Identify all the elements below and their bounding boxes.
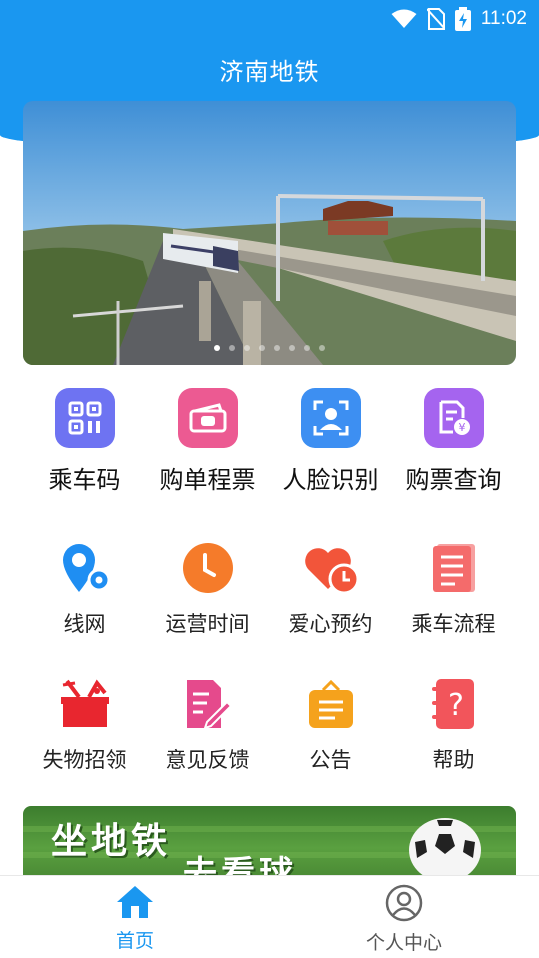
heart-clock-icon — [301, 538, 361, 598]
tile-help[interactable]: ? 帮助 — [392, 674, 515, 774]
banner-carousel[interactable] — [23, 101, 516, 365]
soccer-ball-icon — [409, 818, 481, 876]
carousel-dot[interactable] — [274, 345, 280, 351]
carousel-dots — [23, 345, 516, 351]
tile-announcement[interactable]: 公告 — [269, 674, 392, 774]
promo-banner[interactable]: 坐地铁 去看球 — [23, 806, 516, 876]
nav-profile[interactable]: 个人中心 — [324, 884, 484, 955]
page-title: 济南地铁 — [219, 58, 320, 86]
tile-label: 线网 — [63, 612, 106, 636]
no-sim-icon — [426, 8, 445, 30]
status-bar: 11:02 — [0, 0, 539, 38]
clock-icon — [178, 538, 238, 598]
wifi-icon — [391, 9, 417, 28]
tile-label: 购单程票 — [159, 466, 256, 494]
carousel-dot[interactable] — [214, 345, 220, 351]
tile-label: 运营时间 — [165, 612, 250, 636]
status-time: 11:02 — [480, 8, 527, 29]
carousel-dot[interactable] — [304, 345, 310, 351]
tile-label: 公告 — [309, 748, 352, 772]
tile-label: 意见反馈 — [165, 748, 250, 772]
carousel-dot[interactable] — [319, 345, 325, 351]
tile-operating-hours[interactable]: 运营时间 — [146, 538, 269, 638]
lost-found-icon — [55, 674, 115, 734]
qr-code-icon — [54, 388, 115, 448]
tile-label: 失物招领 — [42, 748, 127, 772]
face-scan-icon — [300, 388, 361, 448]
svg-text:?: ? — [448, 688, 464, 723]
bottom-nav: 首页 个人中心 — [0, 875, 539, 958]
svg-text:¥: ¥ — [458, 421, 465, 434]
tile-label: 乘车码 — [48, 466, 121, 494]
notice-board-icon — [301, 674, 361, 734]
tile-buy-single-ticket[interactable]: 购单程票 — [146, 388, 269, 495]
carousel-dot[interactable] — [259, 345, 265, 351]
carousel-dot[interactable] — [229, 345, 235, 351]
tile-label: 购票查询 — [405, 466, 502, 494]
nav-label: 个人中心 — [365, 932, 442, 954]
help-notebook-icon: ? — [424, 674, 484, 734]
carousel-dot[interactable] — [244, 345, 250, 351]
ticket-icon — [177, 388, 238, 448]
tile-feedback[interactable]: 意见反馈 — [146, 674, 269, 774]
tile-ride-process[interactable]: 乘车流程 — [392, 538, 515, 638]
banner-image — [23, 101, 516, 365]
map-pin-icon — [55, 538, 115, 598]
feedback-edit-icon — [178, 674, 238, 734]
tile-label: 爱心预约 — [288, 612, 373, 636]
document-list-icon — [424, 538, 484, 598]
tile-label: 乘车流程 — [411, 612, 496, 636]
ticket-search-icon: ¥ — [423, 388, 484, 448]
battery-charging-icon — [454, 7, 471, 31]
promo-line-2: 去看球 — [183, 854, 297, 876]
tile-face-recognition[interactable]: 人脸识别 — [269, 388, 392, 495]
tile-ride-code[interactable]: 乘车码 — [23, 388, 146, 495]
user-circle-icon — [385, 884, 423, 922]
carousel-dot[interactable] — [289, 345, 295, 351]
tile-label: 人脸识别 — [282, 466, 379, 494]
tile-label: 帮助 — [432, 748, 475, 772]
tile-care-reservation[interactable]: 爱心预约 — [269, 538, 392, 638]
home-icon — [117, 886, 153, 918]
tile-lost-and-found[interactable]: 失物招领 — [23, 674, 146, 774]
promo-line-1: 坐地铁 — [51, 821, 172, 862]
tile-network[interactable]: 线网 — [23, 538, 146, 638]
nav-label: 首页 — [115, 930, 154, 952]
nav-home[interactable]: 首页 — [55, 884, 215, 953]
tile-ticket-query[interactable]: ¥ 购票查询 — [392, 388, 515, 495]
